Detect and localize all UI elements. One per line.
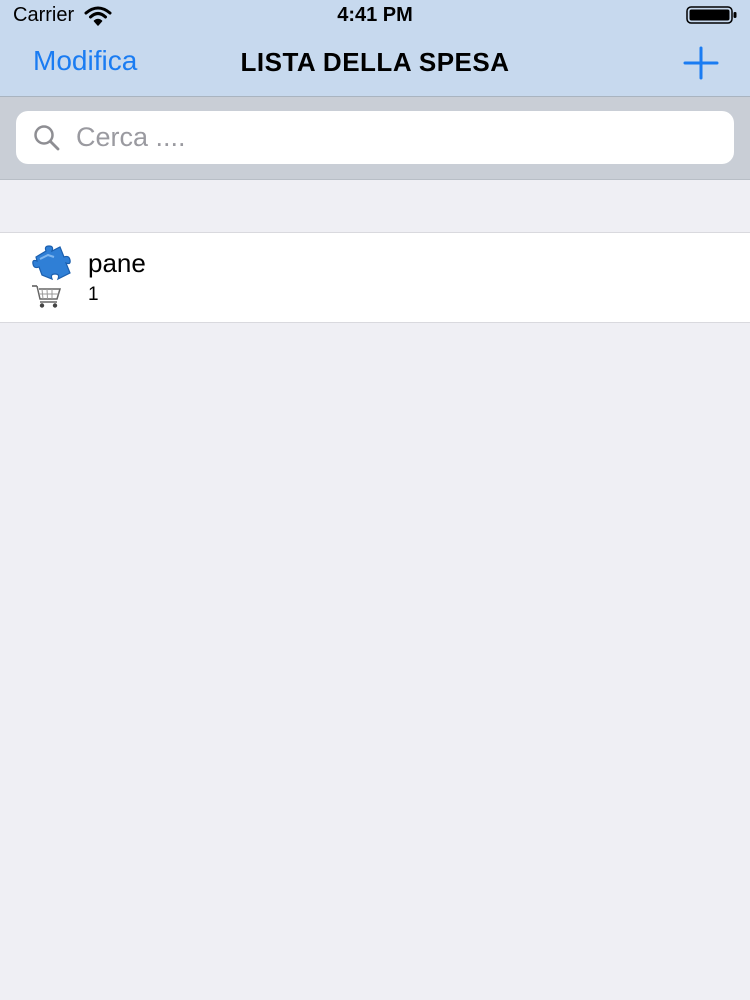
search-placeholder: Cerca .... xyxy=(76,122,186,152)
status-time: 4:41 PM xyxy=(337,4,413,26)
search-input[interactable]: Cerca .... xyxy=(16,111,734,164)
item-name: pane xyxy=(88,248,146,278)
search-bar: Cerca .... xyxy=(0,97,750,180)
search-icon xyxy=(34,124,60,150)
status-bar: Carrier 4:41 PM xyxy=(0,0,750,32)
cart-icon xyxy=(32,285,62,308)
puzzle-icon xyxy=(32,245,71,281)
battery-icon xyxy=(686,6,737,24)
shopping-list: pane 1 xyxy=(0,232,750,323)
navigation-bar: Modifica LISTA DELLA SPESA xyxy=(0,32,750,96)
list-item[interactable]: pane 1 xyxy=(0,233,750,322)
page-title: LISTA DELLA SPESA xyxy=(240,47,510,77)
item-quantity: 1 xyxy=(88,284,99,305)
top-bar: Carrier 4:41 PM Modifica LISTA DELLA SPE… xyxy=(0,0,750,97)
app-screen: Carrier 4:41 PM Modifica LISTA DELLA SPE… xyxy=(0,0,750,1000)
plus-icon[interactable] xyxy=(682,46,720,80)
